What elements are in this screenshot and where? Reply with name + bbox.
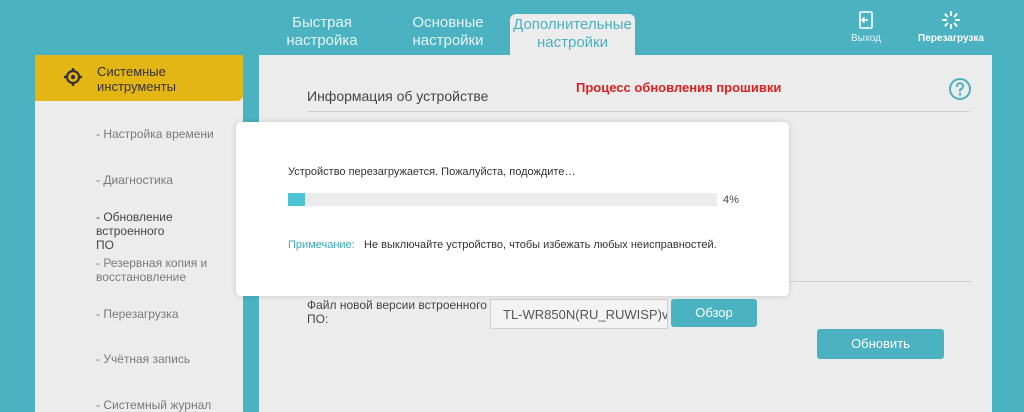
sidebar: Системные инструменты - Настройка времен… [35, 55, 243, 412]
sidebar-item-account[interactable]: - Учётная запись [96, 352, 190, 366]
gear-icon [64, 68, 82, 86]
note-text: Не выключайте устройство, чтобы избежать… [364, 239, 717, 251]
sidebar-item-label-line2: восстановление [96, 270, 187, 284]
progress-bar-fill [288, 193, 306, 206]
browse-button[interactable]: Обзор [671, 299, 757, 327]
tab-basic-line1: Основные [412, 14, 484, 31]
reboot-label: Перезагрузка [918, 33, 984, 44]
sidebar-item-label: - Диагностика [96, 173, 173, 187]
help-icon[interactable] [948, 77, 972, 101]
logout-button[interactable]: Выход [846, 10, 886, 44]
sidebar-section-label: Системные инструменты [97, 64, 176, 94]
sidebar-item-label: - Перезагрузка [96, 307, 179, 321]
sidebar-item-backup-restore[interactable]: - Резервная копия и восстановление [96, 256, 207, 284]
firmware-file-field[interactable]: TL-WR850N(RU_RUWISP)v [490, 299, 668, 329]
reboot-button[interactable]: Перезагрузка [912, 10, 990, 44]
page-title: Информация об устройстве [307, 88, 489, 104]
note-label: Примечание: [288, 239, 355, 251]
sidebar-item-firmware-upgrade[interactable]: - Обновление встроенного ПО [96, 210, 243, 252]
dialog-message: Устройство перезагружается. Пожалуйста, … [288, 166, 576, 178]
sidebar-item-diagnostics[interactable]: - Диагностика [96, 173, 173, 187]
firmware-file-label: Файл новой версии встроенного ПО: [307, 298, 487, 326]
firmware-file-label-line1: Файл новой версии встроенного [307, 298, 487, 312]
annotation-text: Процесс обновления прошивки [576, 80, 782, 95]
tab-quick-setup-line2: настройка [286, 32, 358, 49]
sidebar-item-label: - Настройка времени [96, 127, 214, 141]
sidebar-item-label: - Резервная копия и [96, 256, 208, 270]
progress-bar [288, 193, 717, 206]
sidebar-section-label-line1: Системные [97, 64, 166, 79]
sidebar-item-time-settings[interactable]: - Настройка времени [96, 127, 214, 141]
tab-quick-setup-line1: Быстрая [292, 14, 352, 31]
logout-icon [859, 11, 873, 29]
tab-advanced[interactable]: Дополнительные настройки [510, 14, 635, 56]
sidebar-item-label: - Обновление встроенного [96, 210, 173, 238]
reboot-icon [942, 11, 960, 29]
tab-advanced-line1: Дополнительные [513, 16, 632, 33]
sidebar-section-label-line2: инструменты [97, 79, 176, 94]
divider [307, 111, 970, 112]
divider [788, 281, 972, 282]
sidebar-item-label: - Учётная запись [96, 352, 191, 366]
sidebar-item-reboot[interactable]: - Перезагрузка [96, 307, 179, 321]
tab-basic-line2: настройки [412, 32, 484, 49]
update-button[interactable]: Обновить [817, 329, 944, 359]
sidebar-section-system-tools[interactable]: Системные инструменты [35, 55, 243, 101]
firmware-file-label-line2: ПО: [307, 312, 329, 326]
logout-label: Выход [851, 33, 881, 44]
sidebar-item-system-log[interactable]: - Системный журнал [96, 398, 211, 412]
tab-advanced-line2: настройки [536, 34, 608, 51]
progress-percent: 4% [723, 194, 739, 206]
sidebar-item-label: - Системный журнал [96, 398, 212, 412]
progress-dialog: Устройство перезагружается. Пожалуйста, … [236, 122, 789, 296]
sidebar-item-label-line2: ПО [96, 238, 114, 252]
tab-quick-setup[interactable]: Быстрая настройка [279, 14, 365, 54]
tab-basic[interactable]: Основные настройки [405, 14, 491, 54]
